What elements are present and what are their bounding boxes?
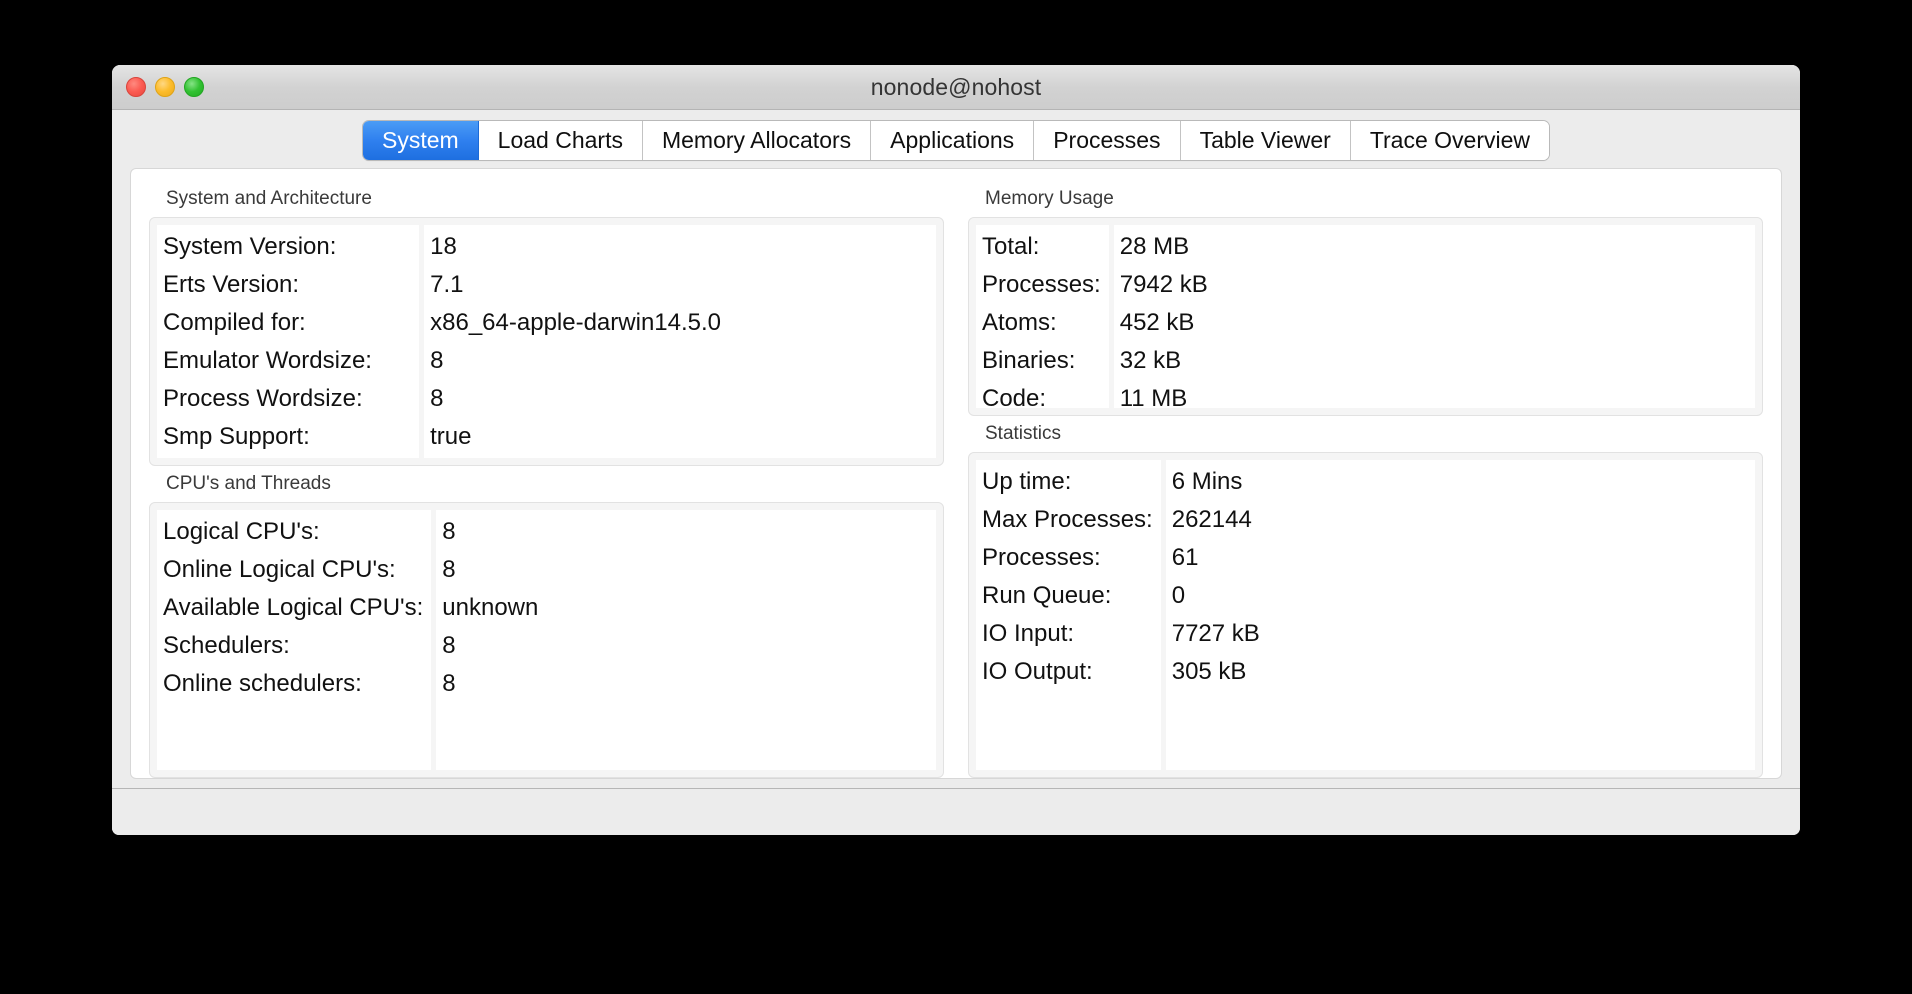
property-value: 7.1 xyxy=(430,271,464,298)
title-bar: nonode@nohost xyxy=(112,65,1800,110)
group-body-statistics: Up time: Max Processes: Processes: Run Queu… xyxy=(968,452,1763,778)
group-statistics: Statistics Up time: Max Processes: Process… xyxy=(968,416,1763,778)
group-title-memory-usage: Memory Usage xyxy=(985,188,1114,209)
property-value: 8 xyxy=(430,347,444,374)
value-column-cpus-and-threads: 8 8 unknown 8 8 xyxy=(436,510,936,770)
group-body-system-and-architecture: System Version: Erts Version: Compiled for… xyxy=(149,217,944,466)
group-memory-usage: Memory Usage Total: Processes: Atoms: Binar… xyxy=(968,181,1763,416)
key-column-memory-usage: Total:Processes:Atoms:Binaries:Code:Ets: xyxy=(976,225,1109,408)
property-label: Code: xyxy=(982,385,1047,408)
property-value: 32 kB xyxy=(1119,347,1182,374)
key-column-system-and-architecture: System Version: Erts Version: Compiled for… xyxy=(157,225,420,458)
property-label: Compiled for: xyxy=(163,309,306,336)
value-column-memory-usage: 28 MB7942 kB452 kB32 kB11 MB888 kB xyxy=(1113,225,1755,408)
property-value: 452 kB xyxy=(1119,309,1195,336)
group-body-cpus-and-threads: Logical CPU's: Online Logical CPU's: Avail… xyxy=(149,502,944,778)
tab-bar: System Load Charts Memory Allocators App… xyxy=(112,110,1800,160)
property-value: 8 xyxy=(430,385,444,412)
property-value: 8 xyxy=(442,670,456,697)
property-label: Logical CPU's: xyxy=(163,518,320,545)
property-label: Process Wordsize: xyxy=(163,385,363,412)
property-value: 61 xyxy=(1171,544,1199,571)
window-title: nonode@nohost xyxy=(870,73,1042,100)
property-value: 28 MB xyxy=(1119,233,1190,260)
tab-processes[interactable]: Processes xyxy=(1034,121,1181,160)
property-label: Thread Support: xyxy=(163,456,411,458)
property-label: Atoms: xyxy=(982,309,1057,336)
right-column: Memory Usage Total: Processes: Atoms: Binar… xyxy=(956,169,1781,778)
minimize-button-icon[interactable] xyxy=(155,77,175,97)
left-column: System and Architecture System Version: E… xyxy=(131,169,956,778)
property-label: Processes: xyxy=(982,271,1101,298)
key-column-statistics: Up time: Max Processes: Processes: Run Queu… xyxy=(976,460,1161,770)
property-label: Erts Version: xyxy=(163,271,300,298)
application-window: nonode@nohost System Load Charts Memory … xyxy=(112,65,1800,835)
property-value: unknown xyxy=(442,594,539,621)
property-value: 0 xyxy=(1171,582,1186,609)
property-value: 6 Mins xyxy=(1171,468,1243,495)
property-label: Online schedulers: xyxy=(163,670,362,697)
group-title-system-and-architecture: System and Architecture xyxy=(166,188,372,209)
property-value: 262144 xyxy=(1171,506,1252,533)
property-value: 305 kB xyxy=(1171,658,1247,685)
property-label: Processes: xyxy=(982,544,1101,571)
tab-load-charts[interactable]: Load Charts xyxy=(478,121,643,160)
tab-table-viewer[interactable]: Table Viewer xyxy=(1180,121,1351,160)
property-value: 8 xyxy=(442,518,456,545)
tab-memory-allocators[interactable]: Memory Allocators xyxy=(642,121,872,160)
property-value: 8 xyxy=(442,632,456,659)
property-value: 18 xyxy=(430,233,457,260)
property-label: Online Logical CPU's: xyxy=(163,556,396,583)
tab-applications[interactable]: Applications xyxy=(871,121,1035,160)
property-value: 7727 kB xyxy=(1171,620,1260,647)
property-label: IO Input: xyxy=(982,620,1075,647)
close-button-icon[interactable] xyxy=(126,77,146,97)
property-value: 8 xyxy=(442,556,456,583)
status-bar xyxy=(112,788,1800,835)
window-controls xyxy=(126,65,204,109)
property-label: Smp Support: xyxy=(163,423,310,450)
tab-system[interactable]: System xyxy=(362,121,479,160)
value-column-statistics: 6 Mins 262144 61 0 7727 kB 305 kB xyxy=(1165,460,1755,770)
property-label: System Version: xyxy=(163,233,337,260)
property-label: Up time: xyxy=(982,468,1072,495)
tab-list: System Load Charts Memory Allocators App… xyxy=(362,121,1550,160)
property-value: true xyxy=(430,456,930,458)
property-label: Run Queue: xyxy=(982,582,1112,609)
maximize-button-icon[interactable] xyxy=(184,77,204,97)
group-title-statistics: Statistics xyxy=(985,423,1062,444)
property-label: Max Processes: xyxy=(982,506,1153,533)
property-value: 11 MB xyxy=(1119,385,1188,408)
property-value: x86_64-apple-darwin14.5.0 xyxy=(430,309,722,336)
key-column-cpus-and-threads: Logical CPU's: Online Logical CPU's: Avail… xyxy=(157,510,432,770)
property-label: Total: xyxy=(982,233,1040,260)
group-cpus-and-threads: CPU's and Threads Logical CPU's: Online L… xyxy=(149,466,944,778)
property-label: Available Logical CPU's: xyxy=(163,594,424,621)
property-value: 7942 kB xyxy=(1119,271,1208,298)
group-body-memory-usage: Total:Processes:Atoms:Binaries:Code:Ets:… xyxy=(968,217,1763,416)
tab-trace-overview[interactable]: Trace Overview xyxy=(1350,121,1550,160)
property-label: Binaries: xyxy=(982,347,1076,374)
property-value: true xyxy=(430,423,472,450)
property-label: Emulator Wordsize: xyxy=(163,347,372,374)
property-label: Schedulers: xyxy=(163,632,290,659)
group-title-cpus-and-threads: CPU's and Threads xyxy=(166,473,331,494)
value-column-system-and-architecture: 18 7.1 x86_64-apple-darwin14.5.0 8 8 true true… xyxy=(424,225,936,458)
system-tab-content: System and Architecture System Version: E… xyxy=(131,169,1781,778)
group-system-and-architecture: System and Architecture System Version: E… xyxy=(149,181,944,466)
property-label: IO Output: xyxy=(982,658,1093,685)
